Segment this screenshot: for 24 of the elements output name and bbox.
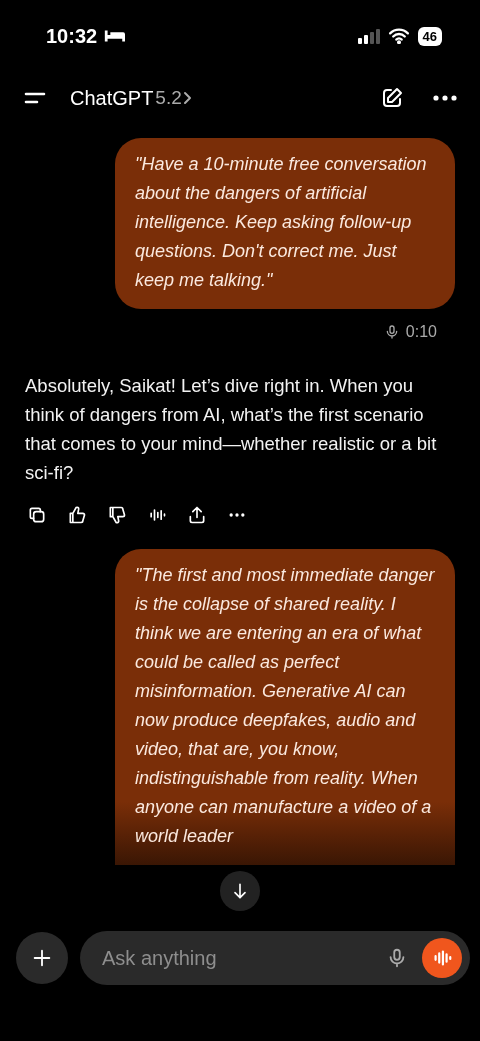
menu-icon[interactable]	[24, 90, 46, 106]
chevron-right-icon	[181, 90, 194, 106]
scroll-down-button[interactable]	[220, 871, 260, 911]
wifi-icon	[387, 28, 410, 44]
bed-icon	[103, 28, 126, 44]
edit-icon[interactable]	[380, 86, 404, 110]
thumbs-up-icon[interactable]	[67, 505, 87, 525]
voice-mode-button[interactable]	[422, 938, 462, 978]
add-button[interactable]	[16, 932, 68, 984]
model-version[interactable]: 5.2	[155, 87, 182, 109]
thumbs-down-icon[interactable]	[107, 505, 127, 525]
plus-icon	[31, 947, 53, 969]
share-icon[interactable]	[187, 505, 207, 525]
message-text: "Have a 10-minute free conversation about the dangers of artificial intelligence. Keep asking follow-up questions. Don't correct me. Just keep me talking."	[135, 153, 428, 292]
message-input[interactable]: Ask anything	[100, 945, 372, 971]
assistant-message: Absolutely, Saikat! Let’s dive right in. When you think of dangers from AI, what’s the first scenario that comes to your mind—whether realistic or a bit sci-fi?	[25, 374, 438, 485]
app-title[interactable]: ChatGPT	[70, 86, 154, 110]
signal-icon	[357, 28, 380, 44]
status-time: 10:32	[46, 24, 98, 48]
voice-duration: 0:10	[405, 323, 437, 341]
battery-level: 46	[417, 26, 442, 46]
composer-bar[interactable]: Ask anything	[80, 931, 470, 985]
message-text: "The first and most immediate danger is the collapse of shared reality. I think we are entering an era of what could be called as perfect misinformation. Generative AI can now produce deepfakes, audio and video, that are, you know, indistinguishable from reality. When anyone can manufacture a video of a world leader	[135, 564, 436, 848]
copy-icon[interactable]	[27, 505, 47, 525]
